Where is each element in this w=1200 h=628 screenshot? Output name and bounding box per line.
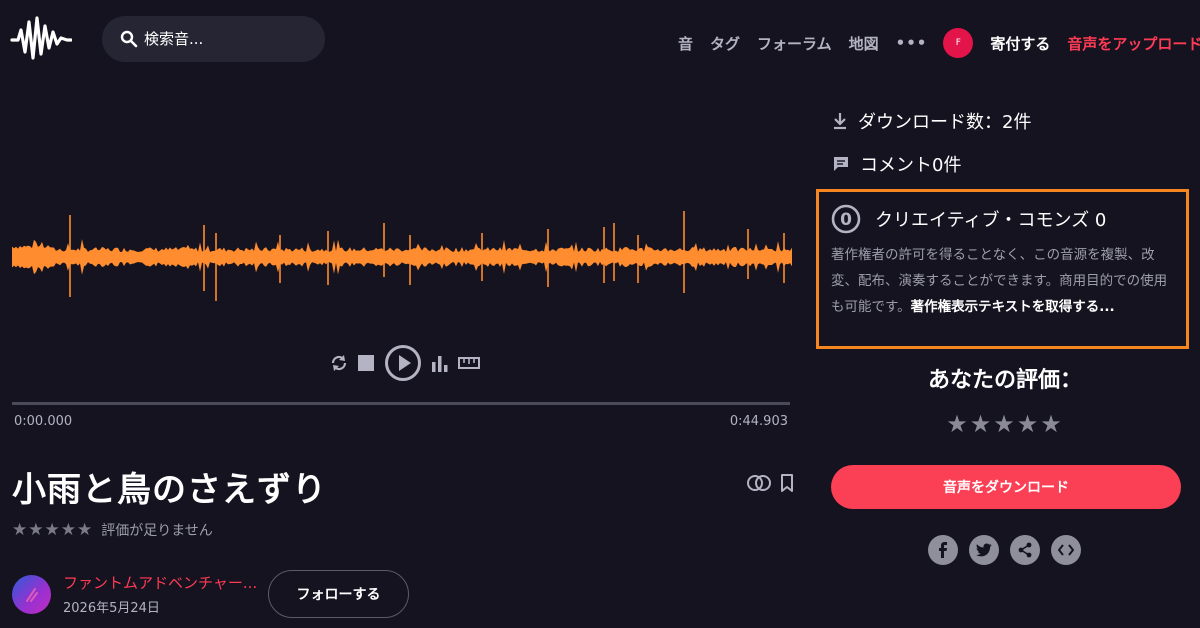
spectrogram-button[interactable]: [430, 353, 450, 373]
download-sound-button[interactable]: 音声をダウンロード: [831, 465, 1181, 509]
license-description: 著作権者の許可を得ることなく、この音源を複製、改変、配布、演奏することができます…: [831, 242, 1174, 320]
search-bar[interactable]: [102, 16, 325, 62]
share-buttons: [928, 535, 1092, 565]
cc-zero-icon: 0: [831, 204, 861, 234]
embed-icon: [1058, 544, 1074, 556]
nav-forum[interactable]: フォーラム: [757, 33, 832, 54]
loop-icon: [331, 355, 347, 371]
top-nav: 音 タグ フォーラム 地図 ••• F 寄付する 音声をアップロード: [678, 28, 1200, 58]
compare-icon[interactable]: [746, 474, 772, 492]
user-avatar[interactable]: F: [943, 28, 974, 58]
upload-date: 2026年5月24日: [63, 601, 160, 616]
download-count: ダウンロード数：2件: [832, 108, 1031, 134]
waveform-body: [12, 239, 792, 275]
twitter-icon: [976, 543, 992, 557]
nav-tags[interactable]: タグ: [710, 33, 740, 54]
share-icon: [1018, 542, 1032, 558]
license-header: 0 クリエイティブ・コモンズ 0: [831, 204, 1174, 234]
search-input[interactable]: [144, 30, 304, 48]
embed-button[interactable]: [1051, 535, 1081, 565]
search-icon: [120, 30, 138, 48]
sound-title: 小雨と鳥のさえずり: [12, 470, 327, 510]
logo-waveform-icon[interactable]: [10, 12, 72, 64]
nav-map[interactable]: 地図: [849, 33, 879, 54]
stop-button[interactable]: [356, 353, 376, 373]
bookmark-icon[interactable]: [780, 474, 794, 492]
facebook-icon: [939, 542, 947, 558]
more-menu-button[interactable]: •••: [896, 34, 928, 52]
nav-sounds[interactable]: 音: [678, 33, 693, 54]
ruler-button[interactable]: [458, 356, 480, 370]
time-start: 0:00.000: [14, 414, 73, 429]
ruler-icon: [458, 357, 480, 369]
rating-stars: ★★★★★: [12, 520, 94, 540]
author-avatar-icon: [25, 587, 38, 602]
stop-icon: [358, 355, 374, 371]
progress-bar[interactable]: [12, 402, 790, 405]
cc-zero-badge: 0: [840, 210, 852, 230]
comment-count: コメント0件: [832, 151, 961, 177]
author-name[interactable]: ファントムアドベンチャー...: [63, 572, 257, 593]
user-initial: F: [955, 38, 961, 48]
license-title[interactable]: クリエイティブ・コモンズ 0: [875, 206, 1106, 232]
player-controls: [330, 344, 488, 382]
share-button[interactable]: [1010, 535, 1040, 565]
sound-rating: ★★★★★ 評価が足りません: [12, 520, 213, 540]
download-count-text: ダウンロード数：2件: [858, 112, 1032, 133]
title-actions: [746, 474, 794, 492]
twitter-share-button[interactable]: [969, 535, 999, 565]
author-avatar[interactable]: [12, 575, 51, 614]
your-rating-stars[interactable]: ★★★★★: [830, 410, 1180, 438]
your-rating-title: あなたの評価：: [927, 368, 1082, 393]
time-end: 0:44.903: [729, 414, 788, 429]
facebook-share-button[interactable]: [928, 535, 958, 565]
play-button[interactable]: [384, 344, 422, 382]
follow-button[interactable]: フォローする: [268, 570, 409, 618]
download-icon: [834, 113, 846, 130]
rating-text: 評価が足りません: [101, 523, 213, 539]
play-icon: [385, 345, 421, 381]
loop-button[interactable]: [330, 354, 348, 372]
donate-link[interactable]: 寄付する: [990, 33, 1050, 54]
spectrogram-icon: [432, 356, 448, 372]
license-box: 0 クリエイティブ・コモンズ 0 著作権者の許可を得ることなく、この音源を複製、…: [816, 189, 1189, 349]
upload-link[interactable]: 音声をアップロード: [1067, 33, 1200, 54]
comment-count-text[interactable]: コメント0件: [860, 151, 961, 177]
attribution-link[interactable]: 著作権表示テキストを取得する...: [911, 299, 1115, 315]
waveform[interactable]: [12, 205, 792, 315]
comment-icon: [834, 157, 848, 171]
